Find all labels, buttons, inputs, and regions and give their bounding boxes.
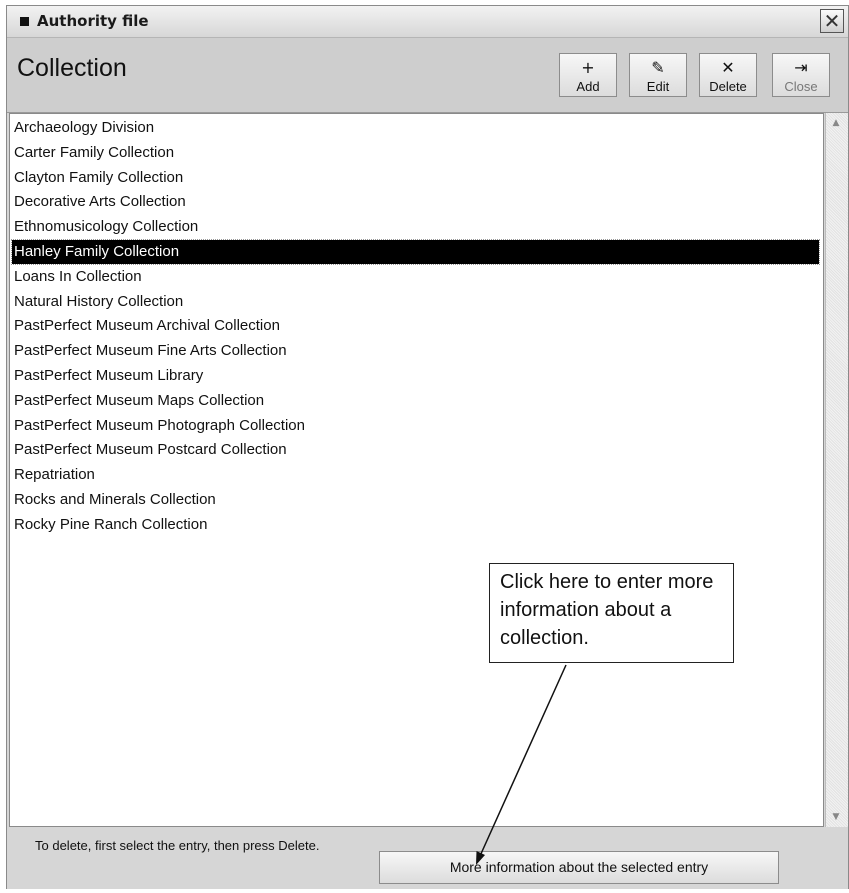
list-item[interactable]: Repatriation: [12, 463, 819, 487]
collection-header: Collection + Add ✎ Edit ✕ Delete ⇥ Close: [7, 38, 848, 113]
authority-file-window: Authority file ✕ Collection + Add ✎ Edit…: [6, 5, 849, 889]
collection-list[interactable]: Archaeology Division Carter Family Collec…: [9, 113, 824, 827]
list-item[interactable]: PastPerfect Museum Fine Arts Collection: [12, 339, 819, 363]
title-bar[interactable]: Authority file ✕: [7, 6, 848, 38]
scroll-down-icon[interactable]: ▼: [829, 811, 843, 823]
list-item[interactable]: PastPerfect Museum Archival Collection: [12, 314, 819, 338]
list-item[interactable]: Carter Family Collection: [12, 141, 819, 165]
list-item[interactable]: Archaeology Division: [12, 116, 819, 140]
edit-button-label: Edit: [646, 79, 670, 94]
add-button-label: Add: [576, 79, 600, 94]
window-title: Authority file: [37, 12, 149, 30]
page-title: Collection: [17, 54, 127, 82]
instruction-callout: Click here to enter more information abo…: [489, 563, 734, 663]
close-button-label: Close: [784, 79, 818, 94]
list-item[interactable]: Rocks and Minerals Collection: [12, 488, 819, 512]
more-information-button[interactable]: More information about the selected entr…: [379, 851, 779, 884]
delete-icon: ✕: [721, 58, 735, 77]
list-item[interactable]: PastPerfect Museum Postcard Collection: [12, 438, 819, 462]
delete-button-label: Delete: [709, 79, 747, 94]
edit-button[interactable]: ✎ Edit: [629, 53, 687, 97]
footer-bar: To delete, first select the entry, then …: [7, 829, 848, 889]
list-item[interactable]: Clayton Family Collection: [12, 166, 819, 190]
list-item[interactable]: Decorative Arts Collection: [12, 190, 819, 214]
scroll-up-icon[interactable]: ▲: [829, 117, 843, 129]
window-menu-icon[interactable]: [20, 17, 29, 26]
list-item[interactable]: Rocky Pine Ranch Collection: [12, 513, 819, 537]
list-item-selected[interactable]: Hanley Family Collection: [11, 239, 820, 265]
add-button[interactable]: + Add: [559, 53, 617, 97]
delete-button[interactable]: ✕ Delete: [699, 53, 757, 97]
delete-hint-text: To delete, first select the entry, then …: [35, 838, 320, 853]
list-item[interactable]: PastPerfect Museum Maps Collection: [12, 389, 819, 413]
close-button[interactable]: ⇥ Close: [772, 53, 830, 97]
list-item[interactable]: Ethnomusicology Collection: [12, 215, 819, 239]
edit-icon: ✎: [651, 58, 665, 77]
list-item[interactable]: Loans In Collection: [12, 265, 819, 289]
list-item[interactable]: PastPerfect Museum Library: [12, 364, 819, 388]
add-icon: +: [581, 58, 595, 77]
close-door-icon: ⇥: [794, 58, 808, 77]
list-item[interactable]: Natural History Collection: [12, 290, 819, 314]
window-close-button[interactable]: ✕: [820, 9, 844, 33]
vertical-scrollbar[interactable]: ▲ ▼: [825, 113, 848, 827]
list-item[interactable]: PastPerfect Museum Photograph Collection: [12, 414, 819, 438]
